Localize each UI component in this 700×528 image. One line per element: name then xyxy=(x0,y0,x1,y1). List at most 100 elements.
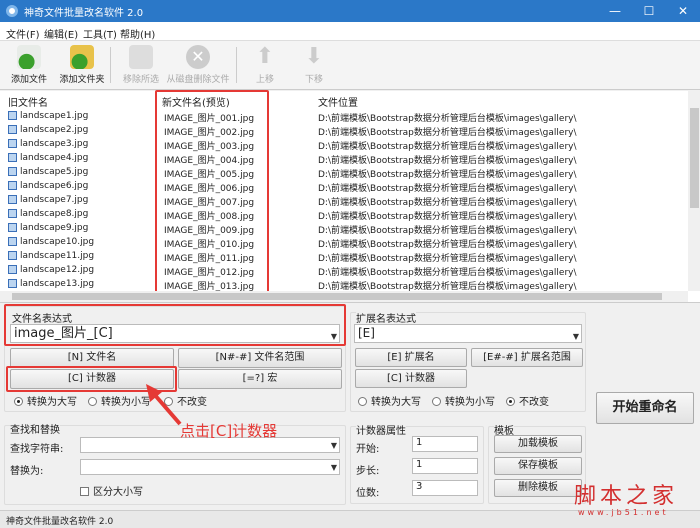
vertical-scrollbar-thumb[interactable] xyxy=(690,108,699,208)
table-row[interactable]: landscape1.jpg IMAGE_图片_001.jpg D:\前端模板\… xyxy=(0,110,688,124)
chevron-down-icon[interactable]: ▼ xyxy=(573,328,579,345)
path-cell: D:\前端模板\Bootstrap数据分析管理后台模板\images\galle… xyxy=(318,170,577,180)
table-row[interactable]: landscape5.jpg IMAGE_图片_005.jpg D:\前端模板\… xyxy=(0,166,688,180)
table-row[interactable]: landscape2.jpg IMAGE_图片_002.jpg D:\前端模板\… xyxy=(0,124,688,138)
arrow-down-icon: ⬇ xyxy=(304,44,324,69)
ext-upper-radio[interactable]: 转换为大写 xyxy=(358,393,421,408)
insert-filename-range-button[interactable]: [N#-#] 文件名范围 xyxy=(178,348,342,368)
replace-with-input[interactable]: ▼ xyxy=(80,459,340,475)
delete-template-button[interactable]: 删除模板 xyxy=(494,479,582,497)
path-cell: D:\前端模板\Bootstrap数据分析管理后台模板\images\galle… xyxy=(318,254,577,264)
radio-icon xyxy=(88,397,97,406)
table-row[interactable]: landscape11.jpg IMAGE_图片_011.jpg D:\前端模板… xyxy=(0,250,688,264)
table-row[interactable]: landscape4.jpg IMAGE_图片_004.jpg D:\前端模板\… xyxy=(0,152,688,166)
table-row[interactable]: landscape9.jpg IMAGE_图片_009.jpg D:\前端模板\… xyxy=(0,222,688,236)
path-cell: D:\前端模板\Bootstrap数据分析管理后台模板\images\galle… xyxy=(318,268,577,278)
ext-expression-input[interactable]: [E] ▼ xyxy=(354,324,582,343)
path-cell: D:\前端模板\Bootstrap数据分析管理后台模板\images\galle… xyxy=(318,142,577,152)
insert-extension-button[interactable]: [E] 扩展名 xyxy=(355,348,467,367)
old-name-cell: landscape7.jpg xyxy=(20,195,89,205)
add-folder-label: 添加文件夹 xyxy=(59,75,105,85)
name-expression-input[interactable]: image_图片_[C] ▼ xyxy=(10,324,340,343)
counter-digits-input[interactable]: 3 xyxy=(412,480,478,496)
old-name-cell: landscape9.jpg xyxy=(20,223,89,233)
find-replace-label: 查找和替换 xyxy=(10,421,60,436)
insert-filename-button[interactable]: [N] 文件名 xyxy=(10,348,174,368)
maximize-button[interactable]: ☐ xyxy=(632,0,666,22)
image-file-icon xyxy=(8,279,17,288)
old-name-cell: landscape2.jpg xyxy=(20,125,89,135)
image-file-icon xyxy=(8,265,17,274)
move-down-button[interactable]: ⬇ 下移 xyxy=(285,43,343,89)
file-list[interactable]: 旧文件名 新文件名(预览) 文件位置 landscape1.jpg IMAGE_… xyxy=(0,91,700,303)
menu-file[interactable]: 文件(F) xyxy=(6,26,40,41)
counter-digits-label: 位数: xyxy=(356,488,380,499)
old-name-cell: landscape13.jpg xyxy=(20,279,95,289)
load-template-button[interactable]: 加载模板 xyxy=(494,435,582,453)
minimize-button[interactable]: — xyxy=(598,0,632,22)
title-bar: 神奇文件批量改名软件 2.0 — ☐ ✕ xyxy=(0,0,700,22)
table-row[interactable]: landscape13.jpg IMAGE_图片_013.jpg D:\前端模板… xyxy=(0,278,688,292)
chevron-down-icon[interactable]: ▼ xyxy=(331,463,337,472)
horizontal-scrollbar-thumb[interactable] xyxy=(12,293,662,300)
old-name-cell: landscape6.jpg xyxy=(20,181,89,191)
menu-edit[interactable]: 编辑(E) xyxy=(44,26,78,41)
ext-keep-radio[interactable]: 不改变 xyxy=(506,393,549,408)
table-row[interactable]: landscape10.jpg IMAGE_图片_010.jpg D:\前端模板… xyxy=(0,236,688,250)
path-cell: D:\前端模板\Bootstrap数据分析管理后台模板\images\galle… xyxy=(318,198,577,208)
menu-bar: 文件(F) 编辑(E) 工具(T) 帮助(H) xyxy=(0,22,700,41)
table-row[interactable]: landscape7.jpg IMAGE_图片_007.jpg D:\前端模板\… xyxy=(0,194,688,208)
find-string-label: 查找字符串: xyxy=(10,444,64,455)
ext-keep-label: 不改变 xyxy=(519,397,549,408)
old-name-cell: landscape3.jpg xyxy=(20,139,89,149)
path-cell: D:\前端模板\Bootstrap数据分析管理后台模板\images\galle… xyxy=(318,226,577,236)
old-name-cell: landscape10.jpg xyxy=(20,237,95,247)
name-expression-value: image_图片_[C] xyxy=(14,326,113,341)
toolbar-separator xyxy=(110,47,111,83)
table-row[interactable]: landscape3.jpg IMAGE_图片_003.jpg D:\前端模板\… xyxy=(0,138,688,152)
insert-macro-button[interactable]: [=?] 宏 xyxy=(178,369,342,389)
column-header-old-name[interactable]: 旧文件名 xyxy=(8,94,48,109)
start-rename-button[interactable]: 开始重命名 xyxy=(596,392,694,424)
counter-start-input[interactable]: 1 xyxy=(412,436,478,452)
menu-tools[interactable]: 工具(T) xyxy=(83,26,117,41)
table-row[interactable]: landscape12.jpg IMAGE_图片_012.jpg D:\前端模板… xyxy=(0,264,688,278)
radio-checked-icon xyxy=(506,397,515,406)
ext-upper-label: 转换为大写 xyxy=(371,397,421,408)
add-folder-button[interactable]: 添加文件夹 xyxy=(52,43,112,89)
replace-with-label: 替换为: xyxy=(10,466,44,477)
old-name-cell: landscape12.jpg xyxy=(20,265,95,275)
status-text: 神奇文件批量改名软件 2.0 xyxy=(6,517,114,527)
path-cell: D:\前端模板\Bootstrap数据分析管理后台模板\images\galle… xyxy=(318,114,577,124)
table-row[interactable]: landscape6.jpg IMAGE_图片_006.jpg D:\前端模板\… xyxy=(0,180,688,194)
radio-icon xyxy=(432,397,441,406)
ext-counter-button[interactable]: [C] 计数器 xyxy=(355,369,467,388)
table-row[interactable]: landscape8.jpg IMAGE_图片_008.jpg D:\前端模板\… xyxy=(0,208,688,222)
column-header-path[interactable]: 文件位置 xyxy=(318,94,358,109)
chevron-down-icon[interactable]: ▼ xyxy=(331,441,337,450)
name-upper-radio[interactable]: 转换为大写 xyxy=(14,393,77,408)
close-button[interactable]: ✕ xyxy=(666,0,700,22)
old-name-cell: landscape11.jpg xyxy=(20,251,95,261)
ext-lower-label: 转换为小写 xyxy=(445,397,495,408)
add-file-button[interactable]: 添加文件 xyxy=(0,43,58,89)
delete-from-disk-button[interactable]: ✕ 从磁盘删除文件 xyxy=(162,43,234,89)
ext-expression-value: [E] xyxy=(358,326,375,340)
window-title: 神奇文件批量改名软件 2.0 xyxy=(24,8,144,19)
image-file-icon xyxy=(8,153,17,162)
app-logo-icon xyxy=(6,5,18,17)
path-cell: D:\前端模板\Bootstrap数据分析管理后台模板\images\galle… xyxy=(318,184,577,194)
radio-checked-icon xyxy=(14,397,23,406)
counter-label: 计数器属性 xyxy=(356,422,406,437)
path-cell: D:\前端模板\Bootstrap数据分析管理后台模板\images\galle… xyxy=(318,156,577,166)
case-sensitive-label: 区分大小写 xyxy=(93,487,143,498)
case-sensitive-checkbox[interactable]: 区分大小写 xyxy=(80,483,143,498)
image-file-icon xyxy=(8,181,17,190)
ext-lower-radio[interactable]: 转换为小写 xyxy=(432,393,495,408)
insert-extension-range-button[interactable]: [E#-#] 扩展名范围 xyxy=(471,348,583,367)
counter-step-input[interactable]: 1 xyxy=(412,458,478,474)
checkbox-icon xyxy=(80,487,89,496)
chevron-down-icon[interactable]: ▼ xyxy=(331,328,337,345)
save-template-button[interactable]: 保存模板 xyxy=(494,457,582,475)
menu-help[interactable]: 帮助(H) xyxy=(120,26,155,41)
